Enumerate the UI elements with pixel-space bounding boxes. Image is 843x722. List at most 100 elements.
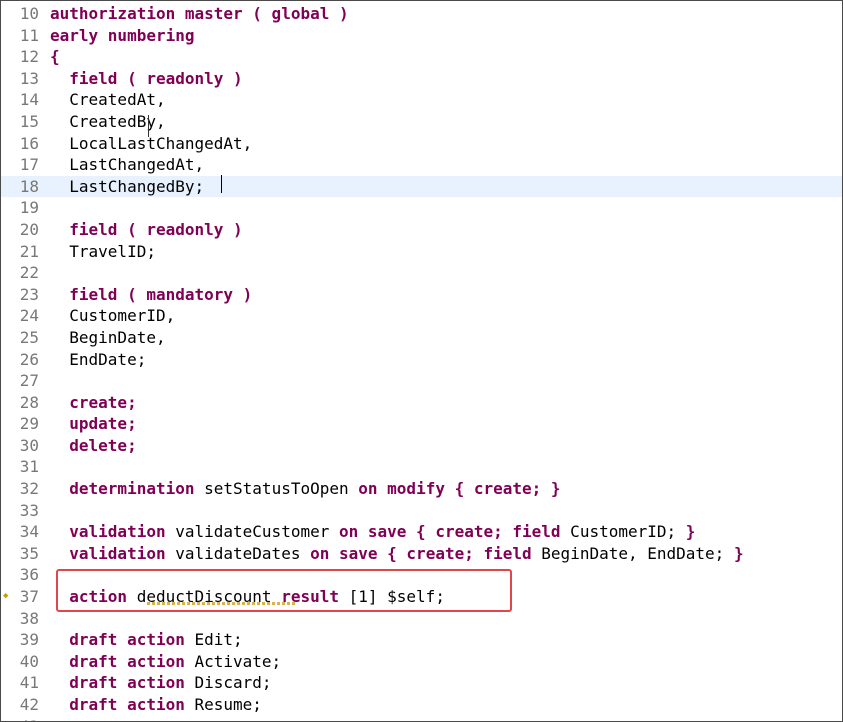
text-token: LocalLastChangedAt, — [50, 133, 253, 153]
line-number: 25 — [19, 327, 39, 347]
code-line[interactable]: 31 — [1, 456, 842, 478]
line-code: validation validateDates on save { creat… — [50, 543, 744, 565]
line-code: determination setStatusToOpen on modify … — [50, 478, 560, 500]
line-code: draft action Edit; — [50, 629, 242, 651]
keyword-token: validation — [69, 522, 166, 542]
line-number: 19 — [19, 198, 39, 218]
code-line[interactable]: 21 TravelID; — [1, 241, 842, 263]
line-code: field ( readonly ) — [50, 219, 242, 241]
keyword-token: early numbering — [50, 25, 195, 45]
code-line[interactable]: 38 — [1, 608, 842, 630]
line-code: LastChangedAt, — [50, 154, 204, 176]
code-line[interactable]: 17 LastChangedAt, — [1, 154, 842, 176]
line-code: field ( readonly ) — [50, 68, 243, 90]
keyword-token: draft action — [69, 651, 185, 671]
code-line[interactable]: 25 BeginDate, — [1, 327, 842, 349]
line-number: 43 — [1, 716, 39, 721]
keyword-token: update; — [69, 414, 137, 434]
code-line[interactable]: 35 validation validateDates on save { cr… — [1, 543, 842, 565]
code-line[interactable]: 23 field ( mandatory ) — [1, 284, 842, 306]
code-line[interactable]: 18 LastChangedBy; — [1, 175, 842, 198]
line-number: 23 — [19, 284, 39, 304]
code-line[interactable]: 32 determination setStatusToOpen on modi… — [1, 478, 842, 500]
text-token: BeginDate, EndDate; — [531, 543, 734, 563]
code-line[interactable]: 36 — [1, 564, 842, 586]
line-number: 10 — [19, 4, 39, 23]
line-code: BeginDate, — [50, 327, 166, 349]
code-line[interactable]: 27 — [1, 370, 842, 392]
line-number: 11 — [19, 25, 39, 45]
code-line[interactable]: 10 authorization master ( global ) — [1, 3, 842, 25]
line-number: 41 — [19, 673, 39, 693]
line-code: draft action Resume; — [50, 694, 262, 716]
line-number: 22 — [19, 263, 39, 283]
line-number: 30 — [19, 435, 39, 455]
line-number: 39 — [19, 630, 39, 650]
code-line[interactable]: 22 — [1, 262, 842, 284]
code-line[interactable]: 33 — [1, 500, 842, 522]
code-line[interactable]: 20 field ( readonly ) — [1, 219, 842, 241]
text-token: CustomerID; — [560, 522, 686, 542]
line-number: 15 — [19, 111, 39, 131]
keyword-token: draft action — [69, 630, 185, 650]
code-line[interactable]: 41 draft action Discard; — [1, 672, 842, 694]
keyword-token: authorization master ( global ) — [50, 4, 349, 23]
code-line[interactable]: 29 update; — [1, 413, 842, 435]
code-line[interactable]: 34 validation validateCustomer on save {… — [1, 521, 842, 543]
text-token: Discard; — [184, 673, 272, 693]
text-token: BeginDate, — [50, 327, 166, 347]
keyword-token: } — [685, 522, 696, 542]
line-number: 38 — [19, 608, 39, 628]
keyword-token: field ( readonly ) — [69, 68, 243, 88]
text-token: LastChangedAt, — [50, 155, 205, 175]
text-token: validateDates — [165, 543, 311, 563]
code-line[interactable]: 43 — [1, 716, 842, 721]
line-number: 26 — [19, 349, 39, 369]
code-line[interactable]: 28 create; — [1, 392, 842, 414]
line-number: 33 — [19, 500, 39, 520]
line-number: 42 — [19, 695, 39, 714]
code-line[interactable]: 39 draft action Edit; — [1, 629, 842, 651]
code-line[interactable]: 40 draft action Activate; — [1, 651, 842, 673]
code-line[interactable]: 19 — [1, 197, 842, 219]
code-editor[interactable]: 10 authorization master ( global ) 11 early… — [0, 0, 843, 722]
line-code: authorization master ( global ) — [50, 3, 349, 25]
keyword-token: on save { create; field — [310, 543, 532, 563]
code-line[interactable]: 14 CreatedAt, — [1, 89, 842, 111]
code-line[interactable]: 13 field ( readonly ) — [1, 68, 842, 90]
line-number: 16 — [19, 133, 39, 153]
text-token: Activate; — [184, 651, 282, 671]
line-code: early numbering — [50, 25, 195, 47]
code-line[interactable]: 42 draft action Resume; — [1, 694, 842, 716]
line-code: EndDate; — [50, 349, 146, 371]
keyword-token: create; — [69, 392, 137, 412]
line-code: CustomerID, — [50, 305, 175, 327]
code-line[interactable]: 12 { — [1, 46, 842, 68]
keyword-token: on save { create; field — [338, 522, 561, 542]
quick-fix-bulb-icon[interactable]: ◆ — [3, 591, 12, 602]
code-line[interactable]: 15 CreatedBy, — [1, 111, 842, 133]
keyword-token: validation — [69, 543, 166, 563]
keyword-token: field ( mandatory ) — [69, 284, 253, 304]
code-line[interactable]: 26 EndDate; — [1, 349, 842, 371]
code-line[interactable]: 37 ◆ action deductDiscount result [1] $se… — [1, 586, 842, 608]
code-line[interactable]: 24 CustomerID, — [1, 305, 842, 327]
keyword-token: } — [733, 543, 744, 563]
code-line[interactable]: 11 early numbering — [1, 25, 842, 47]
line-code: draft action Activate; — [50, 651, 281, 673]
line-code: validation validateCustomer on save { cr… — [50, 521, 695, 543]
text-token: CustomerID, — [50, 306, 176, 326]
code-line[interactable]: 16 LocalLastChangedAt, — [1, 133, 842, 155]
text-token: TravelID; — [50, 241, 156, 261]
code-lines[interactable]: 10 authorization master ( global ) 11 early… — [1, 3, 842, 721]
code-line[interactable]: 30 delete; — [1, 435, 842, 457]
line-code: delete; — [50, 435, 136, 457]
